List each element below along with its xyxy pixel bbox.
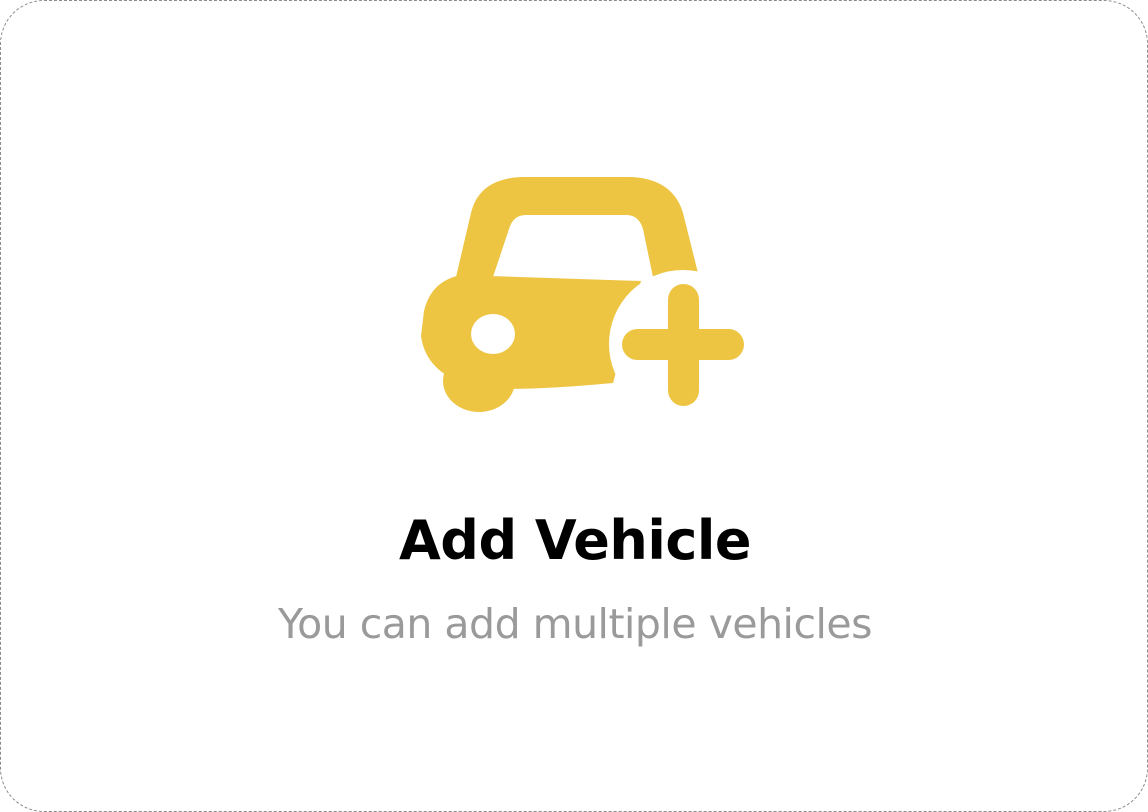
card-subtitle: You can add multiple vehicles	[278, 600, 872, 648]
card-title: Add Vehicle	[399, 509, 751, 572]
car-add-icon	[421, 177, 751, 418]
add-vehicle-card[interactable]: Add Vehicle You can add multiple vehicle…	[0, 0, 1148, 812]
